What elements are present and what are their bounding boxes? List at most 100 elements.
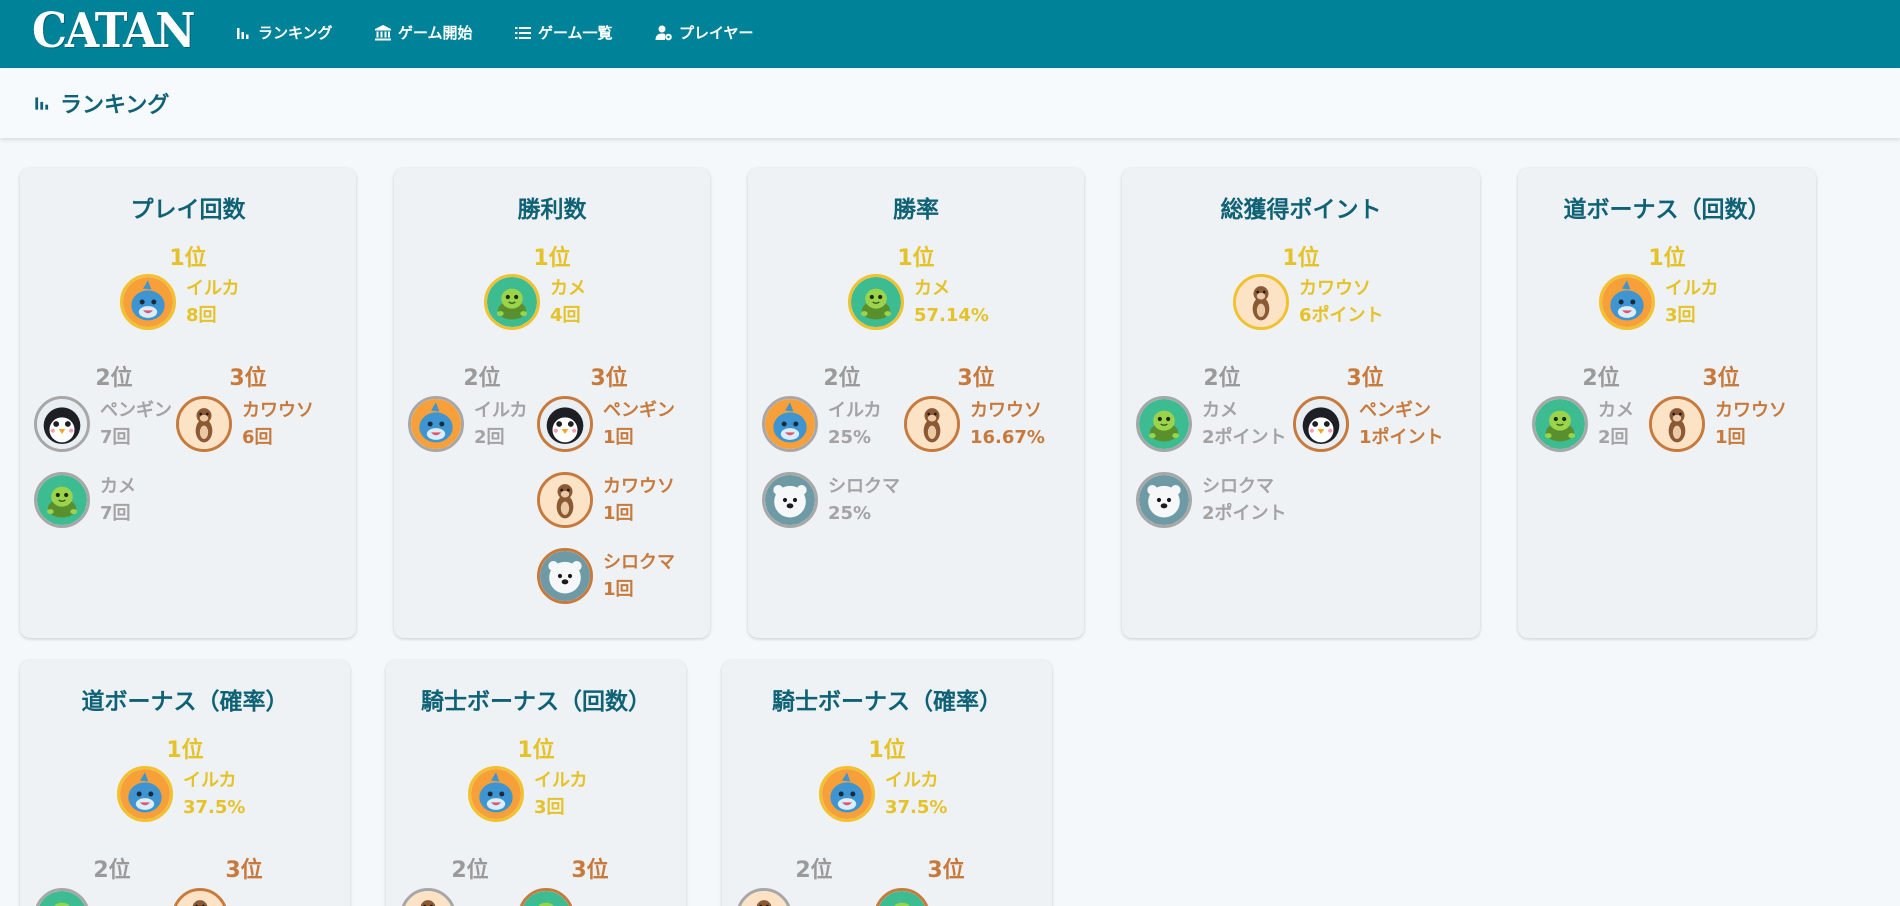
entry-text: イルカ 3回 [534, 767, 587, 821]
rank-label-second: 2位 [451, 858, 489, 883]
ranking-card: 騎士ボーナス（回数）1位イルカ3回2位3位カワウソカメ [386, 660, 686, 906]
player-value: 16.67% [970, 427, 1045, 448]
ranking-entry[interactable]: イルカ 3回 [1599, 274, 1718, 330]
nav-item-ranking[interactable]: ランキング [234, 22, 333, 43]
rank-label-second: 2位 [823, 366, 861, 391]
player-name: シロクマ [603, 552, 675, 573]
ranking-entry[interactable]: シロクマ 2ポイント [1136, 472, 1287, 528]
entry-text: カメ 2ポイント [1202, 397, 1287, 451]
rank-label-first: 1位 [517, 738, 555, 763]
player-name: イルカ [534, 770, 588, 791]
entry-text: カワウソ 1回 [1715, 397, 1787, 451]
ranking-entry[interactable]: イルカ 37.5% [819, 766, 947, 822]
ranking-entry[interactable]: カメ [34, 888, 136, 906]
player-name: イルカ [828, 400, 882, 421]
ranking-card: 勝率 1位 カメ 57.14% 2位 3位 イルカ 25% シロクマ 25% カワウソ 16.67% [748, 168, 1084, 638]
ranking-entry[interactable]: カワウソ 6ポイント [1233, 274, 1384, 330]
polar-bear-icon [1136, 472, 1192, 528]
rank-label-third: 3位 [225, 858, 263, 883]
turtle-icon [874, 888, 930, 906]
player-value: 1回 [1715, 427, 1746, 448]
otter-icon [537, 472, 593, 528]
player-name: イルカ [474, 400, 528, 421]
nav-item-label: ゲーム一覧 [538, 24, 613, 42]
ranking-entry[interactable]: シロクマ 25% [762, 472, 900, 528]
entry-text: カワウソ [238, 903, 310, 906]
ranking-entry[interactable]: カメ 4回 [484, 274, 586, 330]
nav-item-label: プレイヤー [679, 24, 754, 42]
entry-text: カワウソ 6回 [242, 397, 314, 451]
player-value: 4回 [550, 305, 581, 326]
rank-label-first: 1位 [1282, 246, 1320, 271]
turtle-icon [1136, 396, 1192, 452]
entry-text: イルカ 37.5% [885, 767, 947, 821]
ranking-entry[interactable]: カメ 57.14% [848, 274, 989, 330]
nav-item-label: ランキング [258, 24, 333, 42]
rank-label-third: 3位 [1346, 366, 1384, 391]
entry-text: シロクマ 2ポイント [1202, 473, 1287, 527]
nav-item-start-game[interactable]: ゲーム開始 [374, 22, 473, 43]
ranking-entry[interactable]: イルカ 3回 [468, 766, 587, 822]
ranking-entry[interactable]: カメ 7回 [34, 472, 136, 528]
card-title: 道ボーナス（回数） [1563, 197, 1771, 223]
ranking-entry[interactable]: カワウソ 16.67% [904, 396, 1045, 452]
ranking-entry[interactable]: カワウソ 6回 [176, 396, 314, 452]
ranking-entry[interactable]: カメ [874, 888, 976, 906]
player-name: カメ [100, 903, 136, 906]
player-value: 1ポイント [1359, 427, 1444, 448]
otter-icon [1233, 274, 1289, 330]
player-value: 8回 [186, 305, 217, 326]
ranking-entry[interactable]: ペンギン 1回 [537, 396, 675, 452]
player-value: 2回 [1598, 427, 1629, 448]
ranking-entry[interactable]: ペンギン 1ポイント [1293, 396, 1444, 452]
player-name: ペンギン [100, 400, 172, 421]
list-icon [515, 26, 531, 39]
ranking-entry[interactable]: イルカ 25% [762, 396, 881, 452]
ranking-card: 総獲得ポイント 1位 カワウソ 6ポイント 2位 3位 カメ 2ポイント シロクマ 2ポイント ペン… [1122, 168, 1480, 638]
dolphin-icon [819, 766, 875, 822]
ranking-card: 勝利数 1位 カメ 4回 2位 3位 イルカ 2回 ペンギン 1回 カワウソ 1回 シロクマ 1回 [394, 168, 710, 638]
ranking-entry[interactable]: カメ 2回 [1532, 396, 1634, 452]
otter-icon [904, 396, 960, 452]
ranking-entry[interactable]: イルカ 8回 [120, 274, 239, 330]
entry-text: カメ 7回 [100, 473, 136, 527]
dolphin-icon [408, 396, 464, 452]
player-value: 1回 [603, 579, 634, 600]
player-name: カメ [1202, 400, 1238, 421]
ranking-entry[interactable]: カメ [518, 888, 620, 906]
catan-logo[interactable]: CATAN [32, 4, 195, 59]
player-value: 1回 [603, 503, 634, 524]
ranking-entry[interactable]: カワウソ 1回 [1649, 396, 1787, 452]
turtle-icon [484, 274, 540, 330]
player-name: シロクマ [1202, 476, 1274, 497]
nav-item-game-list[interactable]: ゲーム一覧 [514, 22, 613, 43]
page-header: ランキング [0, 68, 1900, 138]
bar-chart-icon [35, 97, 49, 110]
entry-text: カワウソ 6ポイント [1299, 275, 1384, 329]
bar-chart-icon [237, 27, 249, 39]
ranking-entry[interactable]: カワウソ 1回 [537, 472, 675, 528]
ranking-entry[interactable]: シロクマ 1回 [537, 548, 675, 604]
player-value: 6回 [242, 427, 273, 448]
ranking-entry[interactable]: ペンギン 7回 [34, 396, 172, 452]
entry-text: イルカ 37.5% [183, 767, 245, 821]
player-name: カワウソ [1299, 278, 1371, 299]
rank-label-second: 2位 [1203, 366, 1241, 391]
card-title: 勝率 [893, 197, 939, 223]
turtle-icon [518, 888, 574, 906]
entry-text: カワウソ 1回 [603, 473, 675, 527]
rank-label-second: 2位 [795, 858, 833, 883]
player-name: ペンギン [1359, 400, 1431, 421]
card-title: 騎士ボーナス（回数） [421, 689, 651, 715]
ranking-entry[interactable]: イルカ 2回 [408, 396, 527, 452]
nav-item-players[interactable]: プレイヤー [655, 22, 754, 43]
page-title: ランキング [60, 93, 170, 118]
ranking-entry[interactable]: カワウソ [172, 888, 310, 906]
ranking-card: 道ボーナス（確率） 1位イルカ 37.5% 2位 3位カメ カワウソ [20, 660, 350, 906]
player-value: 7回 [100, 503, 131, 524]
ranking-entry[interactable]: カワウソ [736, 888, 874, 906]
player-name: カワウソ [603, 476, 675, 497]
ranking-entry[interactable]: イルカ 37.5% [117, 766, 245, 822]
ranking-entry[interactable]: カメ 2ポイント [1136, 396, 1287, 452]
ranking-card: 騎士ボーナス（確率） 1位イルカ 37.5% 2位 3位カワウソ カメ [722, 660, 1052, 906]
